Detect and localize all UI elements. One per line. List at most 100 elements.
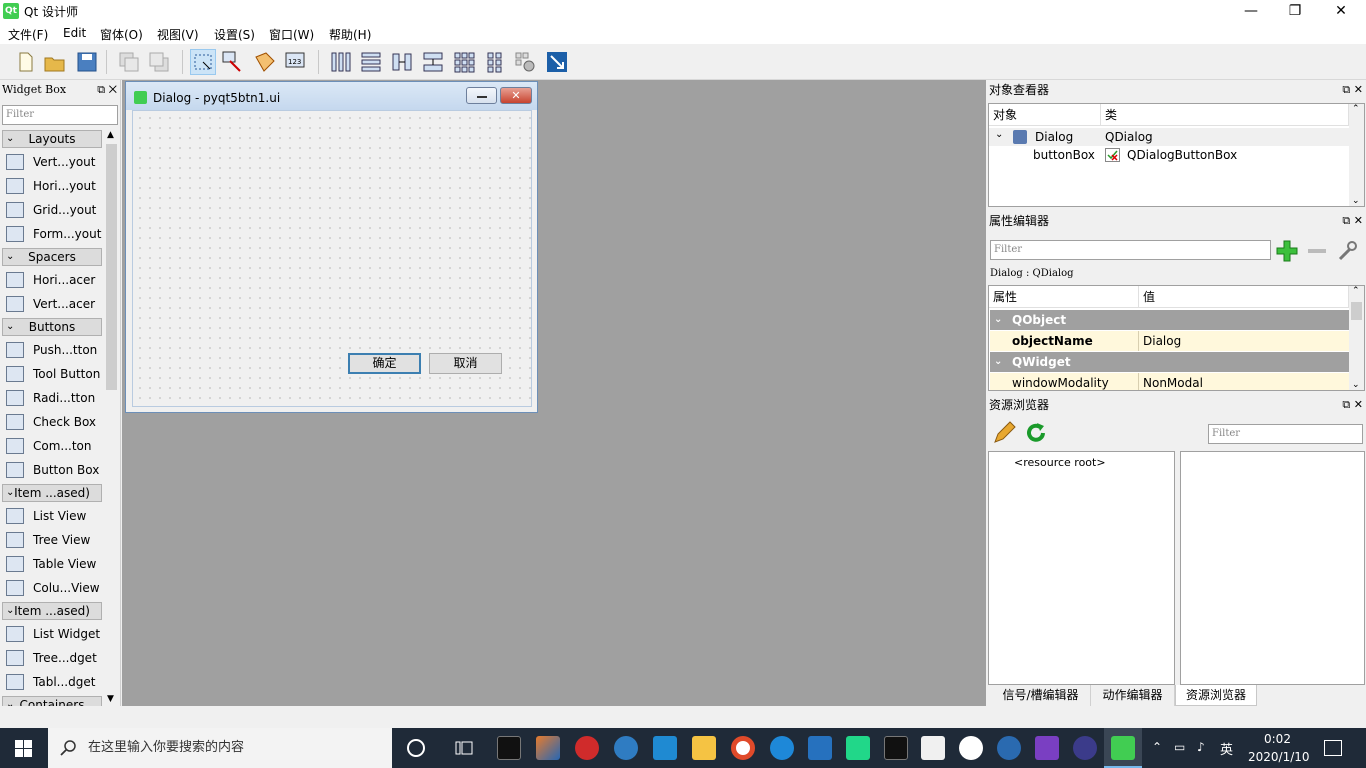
edge-icon[interactable] bbox=[770, 736, 794, 760]
ok-button[interactable]: 确定 bbox=[348, 353, 421, 374]
tree-row-dialog[interactable]: ⌄ Dialog QDialog bbox=[989, 128, 1349, 146]
property-row-windowmodality[interactable]: windowModality NonModal bbox=[990, 373, 1349, 390]
edit-signals-icon[interactable] bbox=[220, 49, 246, 75]
ime-indicator[interactable]: 英 bbox=[1220, 739, 1233, 758]
scroll-thumb[interactable] bbox=[1351, 302, 1362, 320]
powershell-icon[interactable] bbox=[808, 736, 832, 760]
chrome-icon[interactable] bbox=[731, 736, 755, 760]
add-property-icon[interactable] bbox=[1275, 239, 1299, 263]
dialog-close-button[interactable]: ✕ bbox=[500, 87, 532, 104]
property-scrollbar[interactable]: ⌃ ⌄ bbox=[1349, 286, 1364, 390]
property-table[interactable]: 属性 值 ⌄ QObject objectName Dialog ⌄ QWidg… bbox=[988, 285, 1365, 391]
tree-row-buttonbox[interactable]: buttonBox QDialogButtonBox bbox=[989, 146, 1349, 164]
widget-category[interactable]: ⌄ Buttons bbox=[2, 318, 102, 336]
menu-help[interactable]: 帮助(H) bbox=[329, 26, 371, 43]
resource-filter-input[interactable]: Filter bbox=[1208, 424, 1363, 444]
network-icon[interactable]: ▭ bbox=[1174, 740, 1185, 754]
widget-item[interactable]: List View bbox=[0, 504, 104, 528]
scroll-up-icon[interactable]: ▲ bbox=[107, 130, 114, 140]
edit-tab-order-icon[interactable]: 123 bbox=[283, 49, 309, 75]
object-tree[interactable]: 对象 类 ⌄ Dialog QDialog buttonBox QDialogB… bbox=[988, 103, 1365, 207]
console-icon[interactable] bbox=[884, 736, 908, 760]
maximize-button[interactable]: ❐ bbox=[1272, 0, 1318, 22]
taskbar-search-input[interactable]: 在这里输入你要搜索的内容 bbox=[48, 728, 392, 768]
clock-date[interactable]: 2020/1/10 bbox=[1248, 750, 1310, 764]
resource-list[interactable] bbox=[1180, 451, 1365, 685]
volume-icon[interactable]: ♪ bbox=[1197, 740, 1205, 754]
scroll-up-icon[interactable]: ⌃ bbox=[1352, 286, 1360, 296]
widget-category[interactable]: ⌄ Layouts bbox=[2, 130, 102, 148]
minimize-button[interactable]: — bbox=[1228, 0, 1274, 22]
widget-item[interactable]: Table View bbox=[0, 552, 104, 576]
scroll-down-icon[interactable]: ⌄ bbox=[1352, 196, 1360, 206]
matlab-icon[interactable] bbox=[536, 736, 560, 760]
reload-icon[interactable] bbox=[1023, 420, 1049, 446]
cortana-icon[interactable] bbox=[407, 739, 425, 757]
widget-box-scrollbar[interactable]: ▲ ▼ bbox=[104, 128, 119, 706]
widget-item[interactable]: Push...tton bbox=[0, 338, 104, 362]
break-layout-icon[interactable] bbox=[512, 49, 538, 75]
dialog-title-bar[interactable]: Dialog - pyqt5btn1.ui ✕ bbox=[126, 82, 537, 110]
gear-app-icon[interactable] bbox=[575, 736, 599, 760]
bring-to-front-icon[interactable] bbox=[146, 49, 172, 75]
terminal-icon[interactable] bbox=[497, 736, 521, 760]
layout-h-splitter-icon[interactable] bbox=[389, 49, 415, 75]
close-dock-icon[interactable]: ✕ bbox=[1354, 398, 1363, 411]
widget-item[interactable]: Colu...View bbox=[0, 576, 104, 600]
collapse-icon[interactable]: ⌄ bbox=[6, 319, 14, 335]
clock-time[interactable]: 0:02 bbox=[1264, 732, 1291, 746]
widget-filter-input[interactable]: Filter bbox=[2, 105, 118, 125]
property-value[interactable]: Dialog bbox=[1143, 331, 1181, 351]
widget-item[interactable]: List Widget bbox=[0, 622, 104, 646]
adjust-size-icon[interactable] bbox=[544, 49, 570, 75]
float-icon[interactable]: ⧉ bbox=[1342, 83, 1350, 96]
widget-item[interactable]: Form...yout bbox=[0, 222, 104, 246]
menu-form[interactable]: 窗体(O) bbox=[100, 26, 143, 43]
tab-signal-slot-editor[interactable]: 信号/槽编辑器 bbox=[991, 685, 1091, 706]
close-dock-icon[interactable]: ✕ bbox=[109, 83, 117, 96]
vscode-icon[interactable] bbox=[653, 736, 677, 760]
widget-item[interactable]: Tree...dget bbox=[0, 646, 104, 670]
close-dock-icon[interactable]: ✕ bbox=[1354, 83, 1363, 96]
widget-item[interactable]: Tabl...dget bbox=[0, 670, 104, 694]
edit-buddies-icon[interactable] bbox=[252, 49, 278, 75]
tab-action-editor[interactable]: 动作编辑器 bbox=[1091, 685, 1175, 706]
widget-item[interactable]: Button Box bbox=[0, 458, 104, 482]
widget-category[interactable]: ⌄ Containers bbox=[2, 696, 102, 706]
menu-window[interactable]: 窗口(W) bbox=[269, 26, 314, 43]
task-view-icon[interactable] bbox=[455, 740, 473, 756]
collapse-icon[interactable]: ⌄ bbox=[995, 129, 1003, 140]
collapse-icon[interactable]: ⌄ bbox=[6, 249, 14, 265]
widget-item[interactable]: Check Box bbox=[0, 410, 104, 434]
property-filter-input[interactable]: Filter bbox=[990, 240, 1271, 260]
save-icon[interactable] bbox=[74, 49, 100, 75]
qt-designer-task-active[interactable] bbox=[1104, 728, 1142, 768]
widget-item[interactable]: Hori...yout bbox=[0, 174, 104, 198]
collapse-icon[interactable]: ⌄ bbox=[6, 603, 14, 619]
menu-settings[interactable]: 设置(S) bbox=[214, 26, 255, 43]
widget-category[interactable]: ⌄ Spacers bbox=[2, 248, 102, 266]
layout-grid-icon[interactable] bbox=[451, 49, 477, 75]
col-value[interactable]: 值 bbox=[1139, 286, 1349, 308]
scroll-down-icon[interactable]: ⌄ bbox=[1352, 380, 1360, 390]
widget-item[interactable]: Vert...acer bbox=[0, 292, 104, 316]
resource-root[interactable]: <resource root> bbox=[1014, 456, 1106, 469]
open-folder-icon[interactable] bbox=[42, 49, 68, 75]
resource-tree[interactable]: <resource root> bbox=[988, 451, 1175, 685]
scroll-up-icon[interactable]: ⌃ bbox=[1352, 104, 1360, 114]
send-to-back-icon[interactable] bbox=[116, 49, 142, 75]
dialog-minimize-button[interactable] bbox=[466, 87, 497, 104]
layout-v-splitter-icon[interactable] bbox=[420, 49, 446, 75]
property-row-objectname[interactable]: objectName Dialog bbox=[990, 331, 1349, 351]
close-dock-icon[interactable]: ✕ bbox=[1354, 214, 1363, 227]
browser-app-icon[interactable] bbox=[614, 736, 638, 760]
visual-studio-icon[interactable] bbox=[1035, 736, 1059, 760]
form-canvas[interactable]: 确定 取消 bbox=[132, 110, 532, 407]
collapse-icon[interactable]: ⌄ bbox=[994, 352, 1002, 372]
remove-property-icon[interactable] bbox=[1305, 239, 1329, 263]
collapse-icon[interactable]: ⌄ bbox=[994, 310, 1002, 330]
chart-app-icon[interactable] bbox=[921, 736, 945, 760]
eclipse-icon[interactable] bbox=[1073, 736, 1097, 760]
widget-item[interactable]: Vert...yout bbox=[0, 150, 104, 174]
python-app-icon[interactable] bbox=[997, 736, 1021, 760]
